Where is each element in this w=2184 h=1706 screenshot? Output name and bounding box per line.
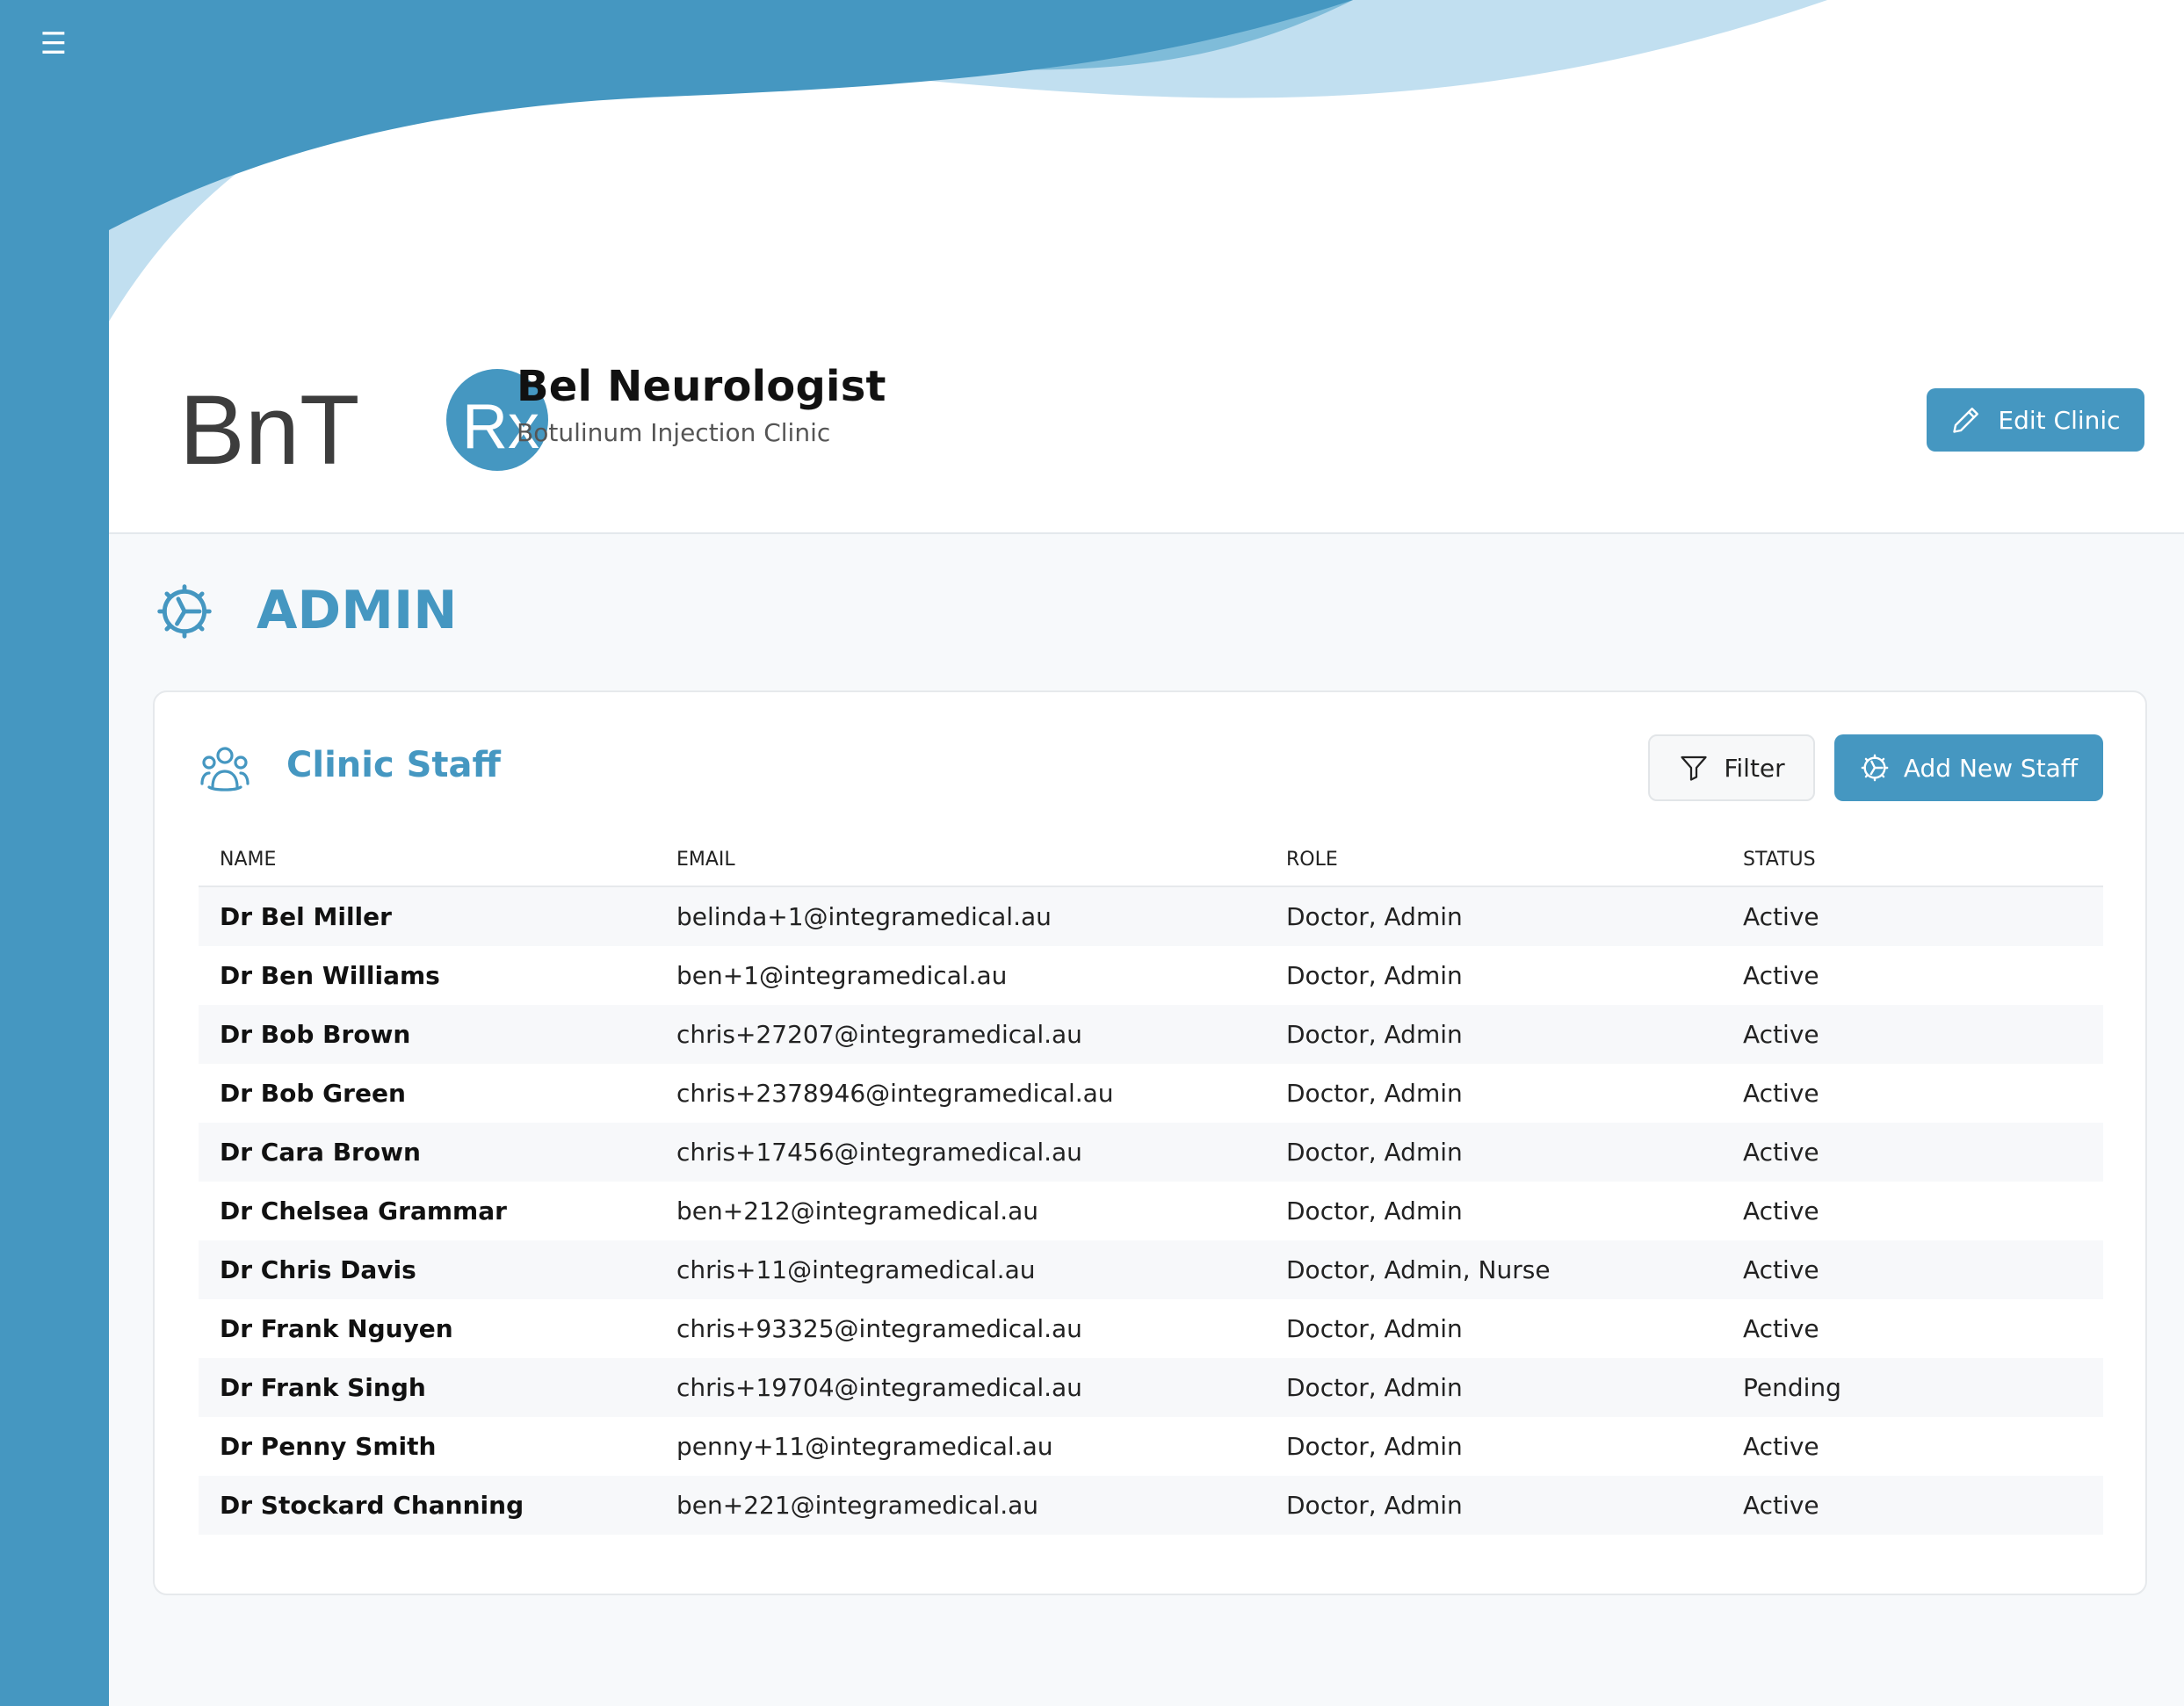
staff-name: Dr Frank Singh [220,1373,426,1402]
column-header-role: ROLE [1286,848,1338,871]
column-header-name: NAME [220,848,277,871]
table-row[interactable]: Dr Stockard Channing ben+221@integramedi… [199,1476,2103,1535]
table-row[interactable]: Dr Cara Brown chris+17456@integramedical… [199,1123,2103,1182]
pencil-icon [1953,408,1979,433]
staff-role: Doctor, Admin [1286,1196,1463,1225]
staff-status: Active [1743,1491,1819,1520]
staff-email: belinda+1@integramedical.au [676,902,1052,931]
staff-role: Doctor, Admin [1286,1314,1463,1343]
table-row[interactable]: Dr Chris Davis chris+11@integramedical.a… [199,1240,2103,1299]
staff-email: ben+221@integramedical.au [676,1491,1039,1520]
staff-name: Dr Bob Green [220,1079,406,1108]
staff-status: Active [1743,961,1819,990]
logo-text: BnT [179,375,359,483]
staff-table: NAME EMAIL ROLE STATUS Dr Bel Miller bel… [199,833,2103,1535]
staff-status: Pending [1743,1373,1841,1402]
staff-name: Dr Ben Williams [220,961,440,990]
column-header-email: EMAIL [676,848,735,871]
staff-status: Active [1743,1196,1819,1225]
gear-icon [157,584,212,639]
column-header-status: STATUS [1743,848,1816,871]
staff-email: chris+27207@integramedical.au [676,1020,1082,1049]
table-row[interactable]: Dr Penny Smith penny+11@integramedical.a… [199,1417,2103,1476]
staff-name: Dr Bel Miller [220,902,392,931]
staff-name: Dr Chelsea Grammar [220,1196,507,1225]
staff-name: Dr Frank Nguyen [220,1314,453,1343]
table-row[interactable]: Dr Bob Brown chris+27207@integramedical.… [199,1005,2103,1064]
staff-role: Doctor, Admin [1286,1079,1463,1108]
staff-status: Active [1743,1079,1819,1108]
staff-name: Dr Stockard Channing [220,1491,524,1520]
gear-icon [1861,754,1889,782]
filter-button[interactable]: Filter [1648,734,1815,801]
page-title: ADMIN [257,580,458,641]
staff-status: Active [1743,1432,1819,1461]
edit-clinic-button[interactable]: Edit Clinic [1927,388,2144,452]
staff-status: Active [1743,902,1819,931]
clinic-name: Bel Neurologist [517,362,886,411]
staff-email: chris+17456@integramedical.au [676,1138,1082,1167]
staff-email: chris+2378946@integramedical.au [676,1079,1114,1108]
add-new-staff-label: Add New Staff [1903,753,2079,783]
staff-status: Active [1743,1314,1819,1343]
staff-name: Dr Chris Davis [220,1255,416,1284]
edit-clinic-label: Edit Clinic [1998,405,2121,435]
users-icon [200,747,249,792]
table-row[interactable]: Dr Bob Green chris+2378946@integramedica… [199,1064,2103,1123]
section-title: Clinic Staff [286,745,501,785]
staff-role: Doctor, Admin, Nurse [1286,1255,1551,1284]
header-wave-decoration [109,0,1827,322]
staff-email: penny+11@integramedical.au [676,1432,1053,1461]
admin-main: ADMIN Clinic Staff Filter Add New Staff [109,532,2184,1706]
staff-role: Doctor, Admin [1286,1138,1463,1167]
staff-name: Dr Penny Smith [220,1432,437,1461]
staff-name: Dr Cara Brown [220,1138,421,1167]
staff-email: chris+93325@integramedical.au [676,1314,1082,1343]
staff-role: Doctor, Admin [1286,1432,1463,1461]
staff-status: Active [1743,1020,1819,1049]
clinic-subtitle: Botulinum Injection Clinic [517,418,831,447]
staff-role: Doctor, Admin [1286,961,1463,990]
table-row[interactable]: Dr Frank Nguyen chris+93325@integramedic… [199,1299,2103,1358]
table-row[interactable]: Dr Bel Miller belinda+1@integramedical.a… [199,887,2103,946]
table-header: NAME EMAIL ROLE STATUS [199,833,2103,887]
staff-role: Doctor, Admin [1286,1020,1463,1049]
staff-email: chris+11@integramedical.au [676,1255,1036,1284]
bntrx-logo: BnT Rx [179,369,548,483]
table-row[interactable]: Dr Ben Williams ben+1@integramedical.au … [199,946,2103,1005]
staff-role: Doctor, Admin [1286,1491,1463,1520]
staff-role: Doctor, Admin [1286,902,1463,931]
staff-email: ben+212@integramedical.au [676,1196,1039,1225]
table-row[interactable]: Dr Chelsea Grammar ben+212@integramedica… [199,1182,2103,1240]
staff-email: ben+1@integramedical.au [676,961,1008,990]
filter-icon [1681,755,1707,781]
staff-name: Dr Bob Brown [220,1020,411,1049]
staff-role: Doctor, Admin [1286,1373,1463,1402]
staff-status: Active [1743,1138,1819,1167]
clinic-staff-card: Clinic Staff Filter Add New Staff NAME E… [153,690,2147,1595]
staff-email: chris+19704@integramedical.au [676,1373,1082,1402]
table-row[interactable]: Dr Frank Singh chris+19704@integramedica… [199,1358,2103,1417]
clinic-header: BnT Rx Bel Neurologist Botulinum Injecti… [109,290,2184,532]
filter-label: Filter [1724,753,1785,783]
staff-status: Active [1743,1255,1819,1284]
add-new-staff-button[interactable]: Add New Staff [1834,734,2103,801]
